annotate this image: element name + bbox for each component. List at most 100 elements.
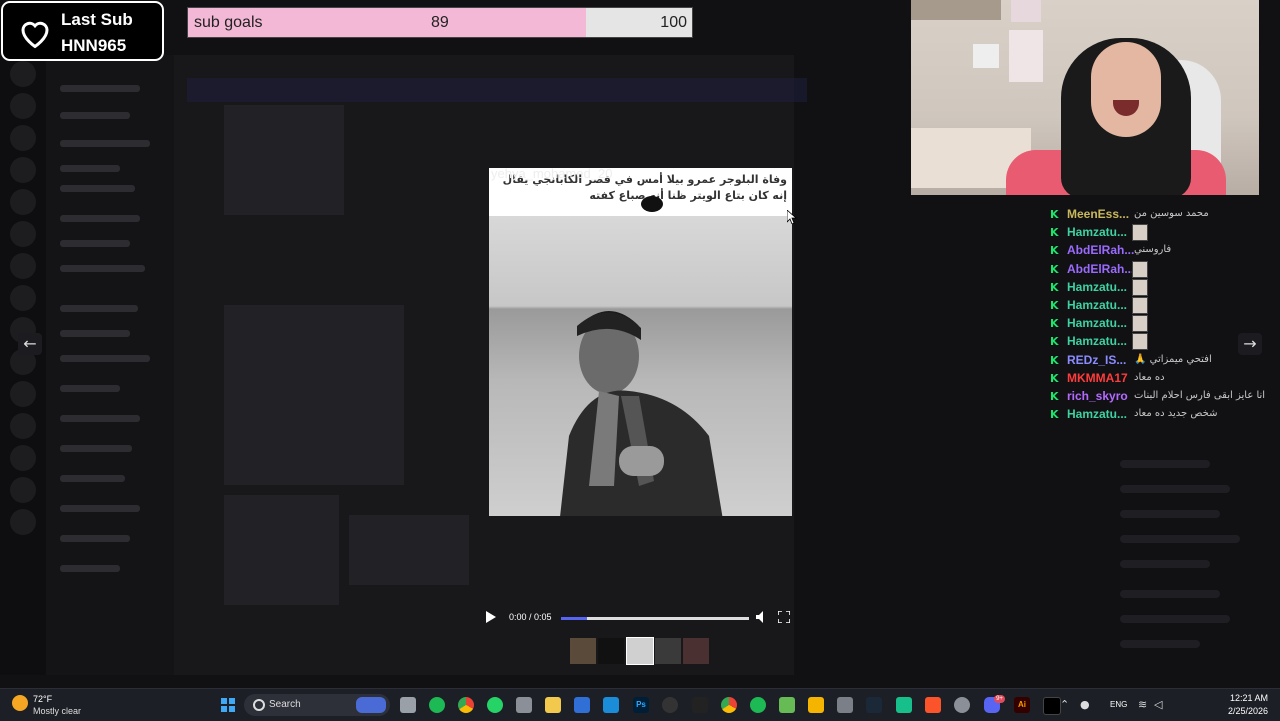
chat-message: K REDz_IS... افتحي ميمزاتي 🙏 [1048,351,1280,369]
chrome-icon[interactable] [458,697,474,713]
chat-emote-icon [1132,297,1148,314]
kick-badge-icon: K [1050,353,1059,367]
wifi-icon[interactable]: ≋ [1138,698,1147,711]
post-username: yehya_mohamed_20 [491,166,613,181]
chat-emote-icon [1132,224,1148,242]
illustrator-icon[interactable]: Ai [1014,697,1030,713]
weather-description: Mostly clear [33,706,82,716]
chrome-icon[interactable] [721,697,737,713]
windows-start-icon[interactable] [221,698,235,712]
webcam-feed [911,0,1259,195]
clock-date[interactable]: 2/25/2026 [1228,706,1268,716]
chat-username[interactable]: AbdElRah... [1067,262,1134,276]
app-icon[interactable] [429,697,445,713]
brave-icon[interactable] [925,697,941,713]
app-icon[interactable] [779,697,795,713]
weather-temp: 72°F [33,694,53,704]
chat-text: محمد سوسين من [1134,208,1209,219]
heart-icon [21,21,49,49]
chat-username[interactable]: MeenEss... [1067,207,1129,221]
chevron-up-icon[interactable]: ⌃ [1060,698,1069,711]
search-label: Search [269,699,301,710]
chat-username[interactable]: rich_skyro [1067,389,1128,403]
chat-emote-icon [1132,315,1148,333]
chat-username[interactable]: AbdElRah... [1067,243,1134,257]
kick-badge-icon: K [1050,208,1059,221]
file-explorer-icon[interactable] [545,697,561,713]
task-view-icon[interactable] [400,697,416,713]
member-list [1100,440,1270,670]
chat-message: K MeenEss... محمد سوسين من [1048,205,1280,223]
photoshop-icon[interactable]: Ps [633,697,649,713]
chat-message: K Hamzatu... [1048,332,1280,351]
media-post[interactable]: وفاة البلوجر عمرو بيلا أمس في قصر الكابا… [489,166,792,516]
thumbnail[interactable] [598,638,624,664]
tiktok-icon[interactable] [1043,697,1061,715]
whatsapp-icon[interactable] [487,697,503,713]
chat-message: K Hamzatu... [1048,278,1280,296]
volume-icon[interactable]: ◁ [1154,698,1162,711]
mouse-cursor-icon [787,210,797,224]
app-icon[interactable] [808,697,824,713]
clock-time[interactable]: 12:21 AM [1230,693,1268,703]
last-sub-widget: Last Sub HNN965 [1,1,164,61]
sub-goal-target: 100 [660,14,687,31]
search-highlight-art [356,697,386,713]
camera-icon[interactable] [516,697,532,713]
chat-message: K Hamzatu... [1048,296,1280,314]
thumbnail[interactable] [683,638,709,664]
chat-username[interactable]: Hamzatu... [1067,298,1127,312]
app-icon[interactable] [574,697,590,713]
chat-username[interactable]: Hamzatu... [1067,334,1127,348]
obs-icon[interactable] [662,697,678,713]
chat-message: K Hamzatu... شخص جديد ده معاد [1048,405,1280,423]
kick-badge-icon: K [1050,371,1059,385]
thumbnail[interactable] [655,638,681,664]
thumbnail-active[interactable] [626,637,654,665]
previous-media-button[interactable]: ← [18,333,42,355]
thumbnail[interactable] [570,638,596,664]
chat-username[interactable]: Hamzatu... [1067,316,1127,330]
chat-emote-icon [1132,333,1148,351]
windows-taskbar: 72°F Mostly clear Search Ps 9+ Ai ⌃ ● EN… [0,688,1280,721]
sub-goal-current: 89 [431,14,449,31]
last-sub-title: Last Sub [61,10,133,29]
chat-username[interactable]: MKMMA17 [1067,371,1128,385]
kick-badge-icon: K [1050,244,1059,258]
epic-games-icon[interactable] [692,697,708,713]
play-button[interactable] [486,611,496,623]
volume-icon[interactable] [756,611,766,623]
steam-icon[interactable] [866,697,882,713]
channel-list [46,55,174,675]
language-indicator[interactable]: ENG [1110,700,1127,709]
chat-username[interactable]: Hamzatu... [1067,225,1127,239]
app-icon[interactable] [837,697,853,713]
app-icon[interactable] [896,697,912,713]
kick-badge-icon: K [1050,317,1059,331]
app-icon[interactable] [603,697,619,713]
discord-icon[interactable]: 9+ [984,695,1005,713]
chat-username[interactable]: Hamzatu... [1067,280,1127,294]
kick-badge-icon: K [1050,226,1059,240]
kick-badge-icon: K [1050,390,1059,403]
settings-icon[interactable] [954,697,970,713]
chat-message: K MKMMA17 ده معاد [1048,369,1280,387]
spotify-icon[interactable] [750,697,766,713]
taskbar-search[interactable]: Search [244,694,390,716]
chat-message: K Hamzatu... [1048,223,1280,242]
chat-text: شخص جديد ده معاد [1134,408,1218,420]
person-image [560,311,723,516]
kick-badge-icon: K [1050,262,1059,276]
chat-text: افتحي ميمزاتي 🙏 [1134,353,1212,365]
microphone-icon[interactable]: ● [1080,698,1090,711]
chat-username[interactable]: Hamzatu... [1067,407,1127,421]
discord-notification-badge: 9+ [994,695,1005,703]
last-sub-name: HNN965 [61,36,127,55]
video-seek-bar[interactable] [561,617,749,620]
video-time: 0:00 / 0:05 [509,612,552,622]
discord-topbar [187,78,807,102]
fullscreen-icon[interactable] [778,611,790,623]
chat-username[interactable]: REDz_IS... [1067,353,1126,367]
sub-goal-label: sub goals [194,14,263,31]
sub-goal-bar: sub goals 89 100 [187,7,693,38]
